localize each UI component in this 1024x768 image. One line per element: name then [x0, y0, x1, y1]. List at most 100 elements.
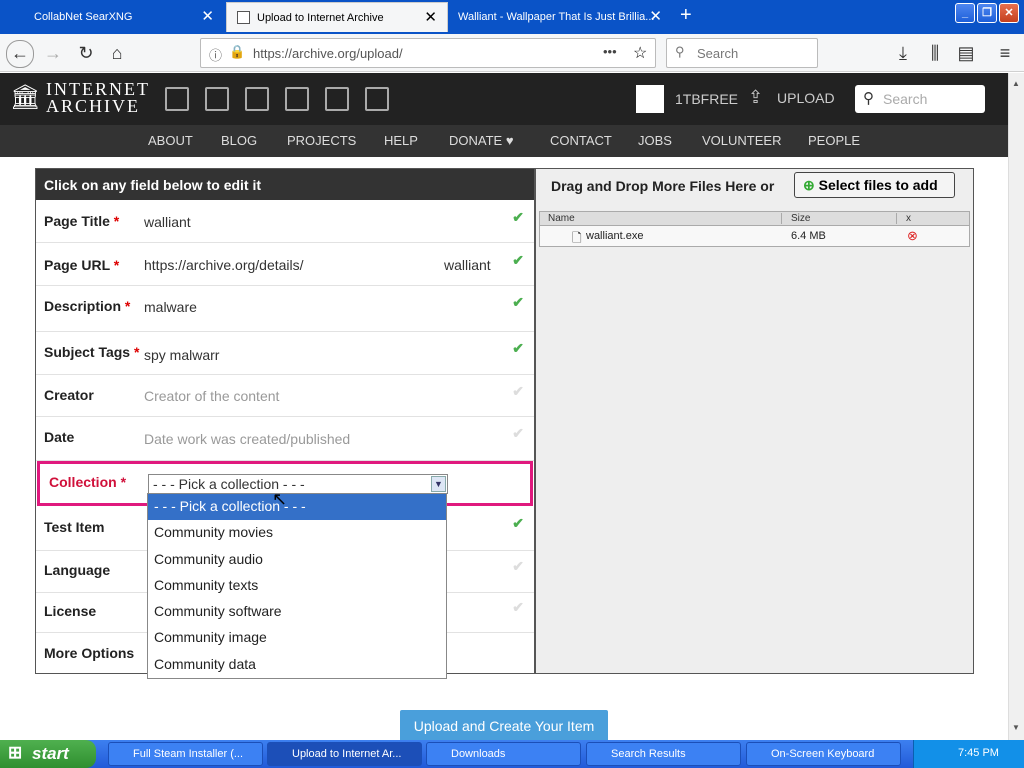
file-drop-panel[interactable]: Drag and Drop More Files Here or ⊕ Selec…	[535, 168, 974, 674]
menu-about[interactable]: ABOUT	[148, 133, 193, 148]
info-icon[interactable]: ⓘ	[209, 45, 222, 64]
chevron-down-icon[interactable]: ▼	[431, 476, 446, 492]
check-icon: ✔	[512, 383, 524, 399]
field-creator[interactable]: Creator Creator of the content ✔	[36, 375, 534, 417]
menu-donate[interactable]: DONATE ♥	[449, 133, 514, 148]
texts-icon[interactable]	[205, 87, 229, 111]
search-icon: ⚲	[863, 90, 874, 107]
menu-projects[interactable]: PROJECTS	[287, 133, 356, 148]
menu-volunteer[interactable]: VOLUNTEER	[702, 133, 781, 148]
check-icon: ✔	[512, 340, 524, 356]
tab-upload[interactable]: Upload to Internet Archive ✕	[226, 2, 448, 32]
select-files-button[interactable]: ⊕ Select files to add	[794, 172, 955, 198]
check-icon: ✔	[512, 294, 524, 310]
close-tab-icon[interactable]: ✕	[201, 2, 214, 32]
back-icon[interactable]: ←	[6, 40, 34, 68]
maximize-icon[interactable]: ❐	[977, 3, 997, 23]
task-onscreen-keyboard[interactable]: On-Screen Keyboard	[746, 742, 901, 766]
vertical-scrollbar[interactable]: ▲ ▼	[1008, 73, 1024, 740]
start-button[interactable]: ⊞ start	[0, 740, 96, 768]
clock: 7:45 PM	[958, 747, 999, 759]
upload-create-button[interactable]: Upload and Create Your Item	[400, 710, 608, 742]
collection-dropdown-list[interactable]: - - - Pick a collection - - - Community …	[147, 493, 447, 679]
check-icon: ✔	[512, 515, 524, 531]
check-icon: ✔	[512, 209, 524, 225]
reload-icon[interactable]: ↻	[73, 41, 99, 67]
audio-icon[interactable]	[285, 87, 309, 111]
tab-walliant[interactable]: Walliant - Wallpaper That Is Just Brilli…	[450, 2, 672, 32]
field-description[interactable]: Description * malware ✔	[36, 286, 534, 332]
upload-link[interactable]: UPLOAD	[777, 90, 835, 106]
forward-icon[interactable]: →	[40, 41, 66, 67]
home-icon[interactable]: ⌂	[104, 41, 130, 67]
close-tab-icon[interactable]: ✕	[424, 3, 437, 32]
field-page-title[interactable]: Page Title * walliant ✔	[36, 200, 534, 243]
creator-placeholder[interactable]: Creator of the content	[144, 388, 279, 404]
software-icon[interactable]	[325, 87, 349, 111]
field-date[interactable]: Date Date work was created/published ✔	[36, 417, 534, 461]
file-name: walliant.exe	[586, 230, 644, 242]
ia-search-input[interactable]: ⚲ Search	[855, 85, 985, 113]
browser-search-input[interactable]: ⚲ Search	[666, 38, 818, 68]
tab-title: CollabNet SearXNG	[34, 11, 133, 23]
ia-logo-icon[interactable]: 🏛	[10, 85, 40, 113]
field-page-url[interactable]: Page URL * https://archive.org/details/ …	[36, 243, 534, 286]
menu-contact[interactable]: CONTACT	[550, 133, 612, 148]
page-url-slug[interactable]: walliant	[444, 257, 491, 273]
task-steam-installer[interactable]: Full Steam Installer (...	[108, 742, 263, 766]
page-actions-icon[interactable]: •••	[603, 44, 617, 59]
option-community-movies[interactable]: Community movies	[148, 520, 446, 546]
option-community-software[interactable]: Community software	[148, 599, 446, 625]
option-community-audio[interactable]: Community audio	[148, 547, 446, 573]
menu-icon[interactable]: ≡	[992, 41, 1018, 67]
lock-icon: 🔒	[229, 44, 246, 59]
library-icon[interactable]: ⫼	[922, 41, 948, 67]
new-tab-icon[interactable]: +	[680, 4, 692, 27]
downloads-icon[interactable]: ⤓	[890, 41, 916, 67]
menu-help[interactable]: HELP	[384, 133, 418, 148]
subject-tags-value[interactable]: spy malwarr	[144, 347, 219, 363]
drop-header: Drag and Drop More Files Here or	[551, 178, 775, 194]
check-icon: ✔	[512, 252, 524, 268]
remove-file-icon[interactable]: ⊗	[907, 228, 918, 244]
form-header: Click on any field below to edit it	[36, 169, 534, 200]
minimize-icon[interactable]: _	[955, 3, 975, 23]
tab-title: Walliant - Wallpaper That Is Just Brilli…	[458, 11, 655, 23]
option-community-image[interactable]: Community image	[148, 625, 446, 651]
tab-collabnet[interactable]: CollabNet SearXNG ✕	[4, 2, 224, 32]
collection-select[interactable]: - - - Pick a collection - - - ▼	[148, 474, 448, 494]
images-icon[interactable]	[365, 87, 389, 111]
bookmark-star-icon[interactable]: ☆	[633, 43, 647, 63]
task-search-results[interactable]: Search Results	[586, 742, 741, 766]
video-icon[interactable]	[245, 87, 269, 111]
page-icon	[237, 11, 250, 24]
web-icon[interactable]	[165, 87, 189, 111]
username[interactable]: 1TBFREE	[675, 91, 738, 107]
file-table: Name Size x 🗋 walliant.exe 6.4 MB ⊗	[539, 211, 970, 247]
menu-jobs[interactable]: JOBS	[638, 133, 672, 148]
table-row[interactable]: 🗋 walliant.exe 6.4 MB ⊗	[540, 226, 969, 246]
avatar[interactable]	[636, 85, 664, 113]
browser-nav-bar: ← → ↻ ⌂ ⓘ 🔒 https://archive.org/upload/ …	[0, 34, 1024, 72]
sidebar-icon[interactable]: ▤	[953, 41, 979, 67]
menu-people[interactable]: PEOPLE	[808, 133, 860, 148]
field-subject-tags[interactable]: Subject Tags * spy malwarr ✔	[36, 332, 534, 375]
check-icon: ✔	[512, 425, 524, 441]
description-value[interactable]: malware	[144, 299, 197, 315]
check-icon: ✔	[512, 558, 524, 574]
option-community-data[interactable]: Community data	[148, 652, 446, 678]
close-tab-icon[interactable]: ✕	[649, 2, 662, 32]
option-pick-collection[interactable]: - - - Pick a collection - - -	[148, 494, 446, 521]
url-bar[interactable]: ⓘ 🔒 https://archive.org/upload/ ••• ☆	[200, 38, 656, 68]
mouse-cursor-icon: ↖	[272, 489, 288, 509]
date-placeholder[interactable]: Date work was created/published	[144, 431, 350, 447]
task-upload-ia[interactable]: Upload to Internet Ar...	[267, 742, 422, 766]
ia-logo-text[interactable]: INTERNET ARCHIVE	[46, 80, 150, 115]
task-downloads[interactable]: Downloads	[426, 742, 581, 766]
close-window-icon[interactable]: ✕	[999, 3, 1019, 23]
menu-blog[interactable]: BLOG	[221, 133, 257, 148]
page-title-value[interactable]: walliant	[144, 214, 191, 230]
plus-circle-icon: ⊕	[803, 177, 815, 193]
option-community-texts[interactable]: Community texts	[148, 573, 446, 599]
upload-icon[interactable]: ⇪	[748, 87, 763, 108]
